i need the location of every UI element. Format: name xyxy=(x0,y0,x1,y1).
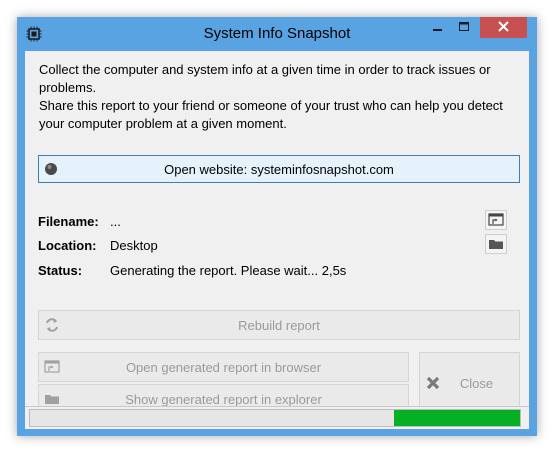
client-area: Collect the computer and system info at … xyxy=(25,51,529,429)
filename-value: ... xyxy=(110,214,121,229)
open-website-label: Open website: systeminfosnapshot.com xyxy=(164,161,394,177)
rebuild-report-label: Rebuild report xyxy=(238,317,320,333)
progress-bar xyxy=(29,409,521,427)
status-label: Status: xyxy=(38,263,83,278)
title-bar[interactable]: System Info Snapshot xyxy=(17,17,537,51)
filename-label: Filename: xyxy=(38,214,99,229)
app-window: System Info Snapshot Collect the compute… xyxy=(17,17,537,436)
progress-fill xyxy=(394,410,520,426)
open-in-window-icon xyxy=(488,213,504,226)
show-report-in-explorer-label: Show generated report in explorer xyxy=(125,391,322,407)
description-line-2: Share this report to your friend or some… xyxy=(39,98,503,131)
globe-icon xyxy=(45,163,57,175)
folder-icon xyxy=(489,240,503,249)
refresh-icon xyxy=(46,318,58,332)
status-value: Generating the report. Please wait... 2,… xyxy=(110,263,347,278)
close-label: Close xyxy=(459,375,494,391)
open-file-button[interactable] xyxy=(485,210,507,230)
rebuild-report-button[interactable]: Rebuild report xyxy=(38,310,520,340)
window-close-button[interactable] xyxy=(480,17,527,38)
minimize-icon xyxy=(433,29,442,31)
maximize-button[interactable] xyxy=(451,17,478,38)
open-report-in-browser-label: Open generated report in browser xyxy=(125,359,322,375)
open-in-window-icon xyxy=(44,360,60,373)
open-folder-button[interactable] xyxy=(485,234,507,254)
description: Collect the computer and system info at … xyxy=(39,61,519,133)
location-value: Desktop xyxy=(110,238,158,253)
open-website-button[interactable]: Open website: systeminfosnapshot.com xyxy=(38,155,520,183)
close-button[interactable]: Close xyxy=(419,352,520,414)
description-line-1: Collect the computer and system info at … xyxy=(39,62,491,95)
maximize-icon xyxy=(459,22,469,31)
open-report-in-browser-button[interactable]: Open generated report in browser xyxy=(38,352,409,382)
minimize-button[interactable] xyxy=(424,17,451,38)
folder-icon xyxy=(45,395,59,404)
close-x-icon xyxy=(426,376,440,390)
close-icon xyxy=(498,21,509,32)
status-bar xyxy=(25,406,529,429)
location-label: Location: xyxy=(38,238,97,253)
